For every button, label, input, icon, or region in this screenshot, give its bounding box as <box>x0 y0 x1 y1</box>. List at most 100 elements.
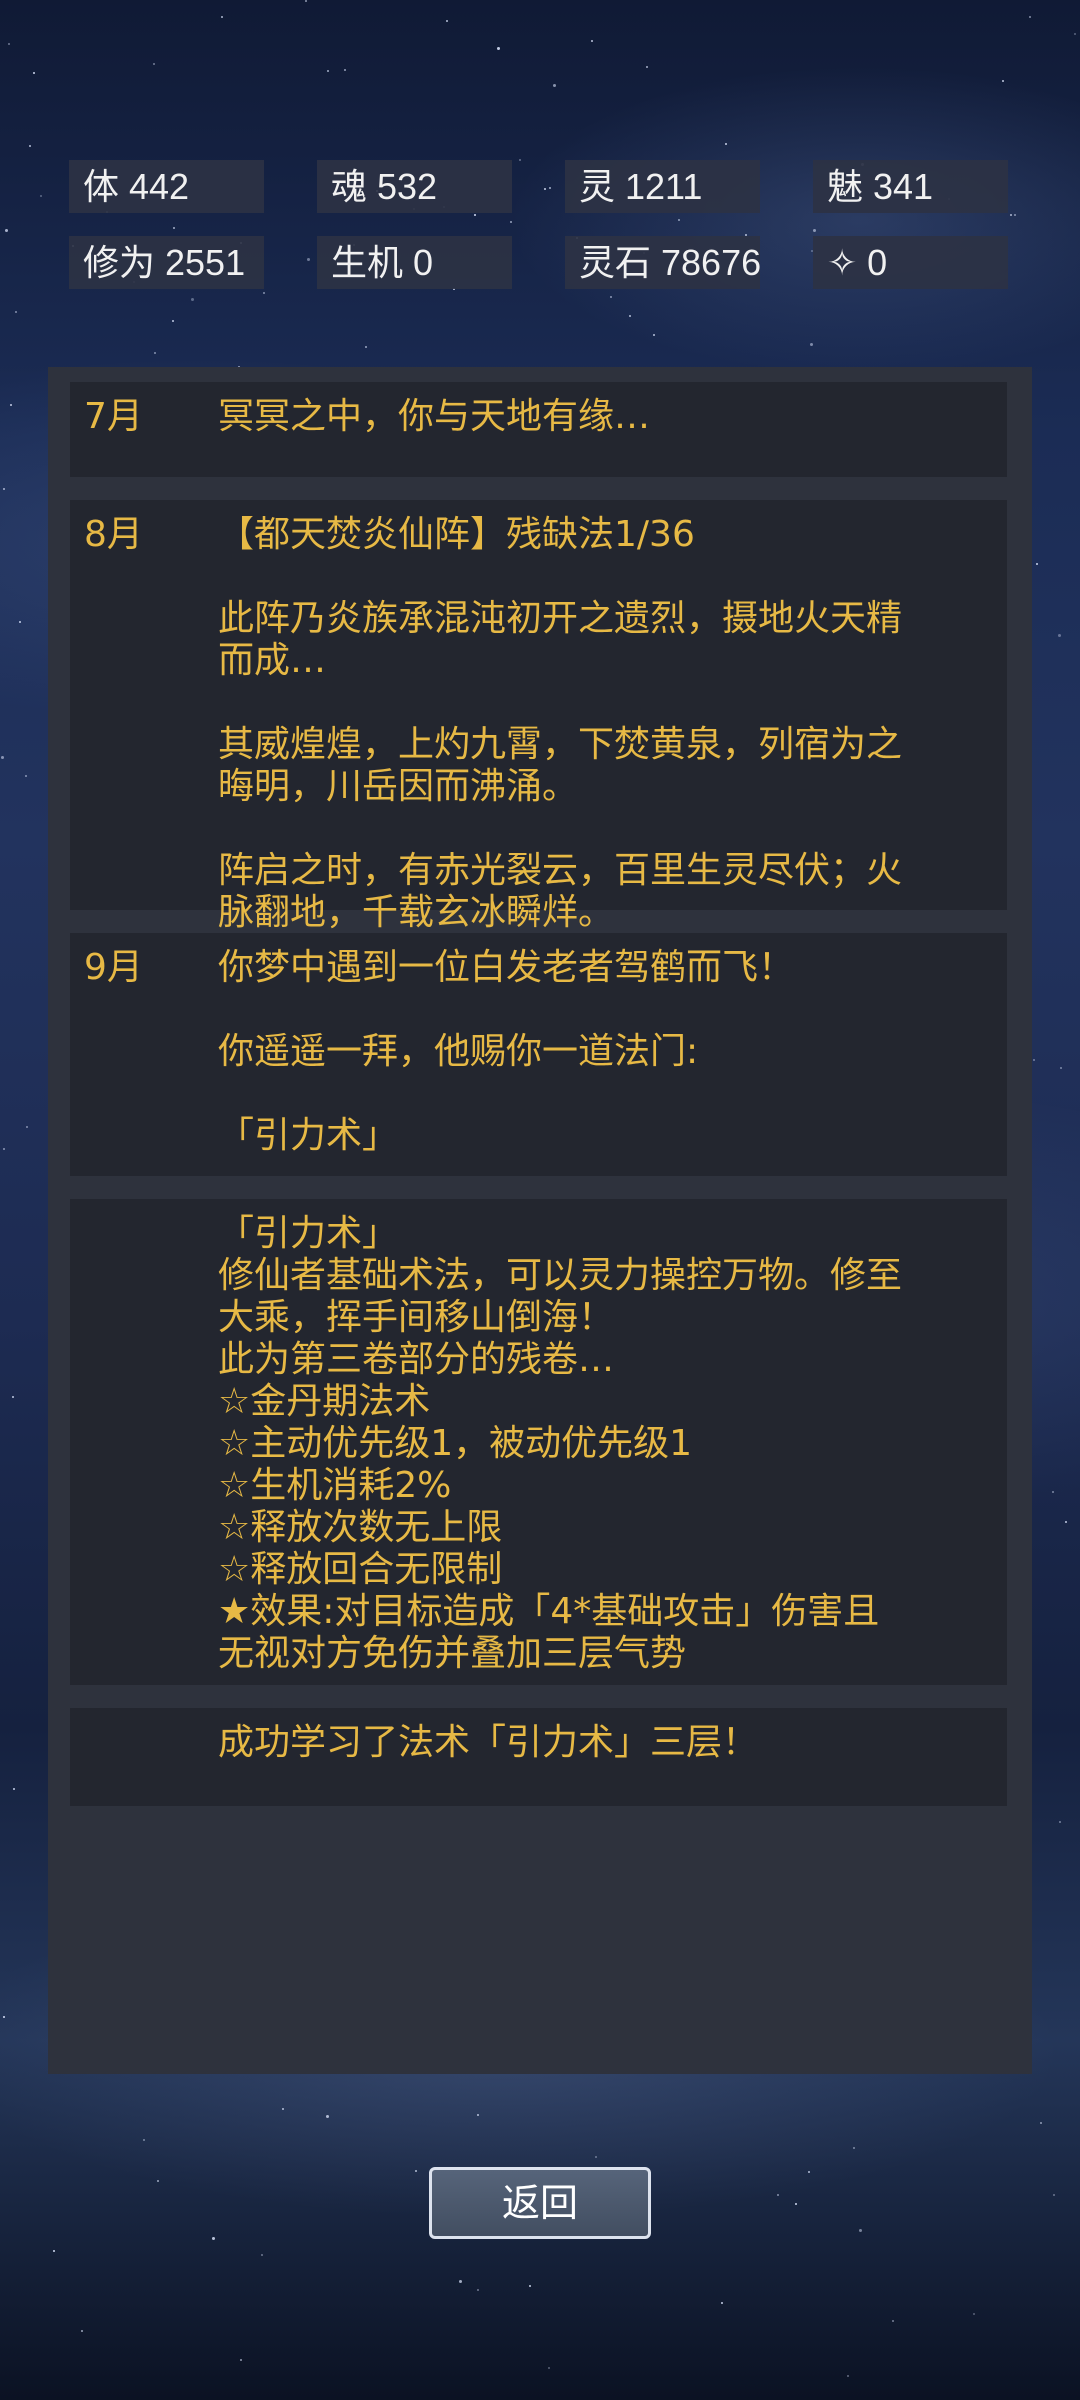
event-log-panel[interactable]: 7月 冥冥之中，你与天地有缘… 8月 【都天焚炎仙阵】残缺法1/36 此阵乃炎族承… <box>48 367 1032 2074</box>
star-dot <box>3 1148 5 1150</box>
log-paragraph: 其威煌煌，上灼九霄，下焚黄泉，列宿为之 晦明，川岳因而沸涌。 <box>218 724 988 808</box>
star-dot <box>172 320 174 322</box>
star-dot <box>8 43 10 45</box>
stat-label: 魅 <box>827 166 864 207</box>
stat-label: 魂 <box>331 166 368 207</box>
star-dot <box>143 2139 145 2141</box>
log-paragraph: 冥冥之中，你与天地有缘… <box>218 396 988 438</box>
stat-value: 532 <box>377 166 438 207</box>
stat-soul: 魂 532 <box>317 160 512 213</box>
return-button[interactable]: 返回 <box>429 2167 651 2239</box>
star-dot <box>1058 634 1061 637</box>
star-dot <box>344 69 346 71</box>
star-dot <box>446 20 448 22</box>
star-dot <box>1029 16 1031 18</box>
star-dot <box>813 229 816 232</box>
star-dot <box>154 352 156 354</box>
star-dot <box>1053 2194 1055 2196</box>
log-month: 9月 <box>84 947 143 988</box>
star-dot <box>1040 2122 1042 2124</box>
log-line: 「引力术」 <box>218 1115 399 1156</box>
star-dot <box>10 404 12 406</box>
star-dot <box>629 315 631 317</box>
star-dot <box>595 2156 597 2158</box>
log-line: ☆释放回合无限制 <box>218 1549 503 1590</box>
stat-label: 灵 <box>579 166 616 207</box>
star-dot <box>29 145 31 147</box>
star-dot <box>795 2203 797 2205</box>
star-dot <box>859 2229 862 2232</box>
stat-label: 修为 <box>83 242 156 283</box>
star-dot <box>212 2237 215 2240</box>
log-paragraph: 此阵乃炎族承混沌初开之遗烈，摄地火天精 而成… <box>218 598 988 682</box>
star-dot <box>327 70 329 72</box>
star-dot <box>5 229 8 232</box>
star-dot <box>261 2254 263 2256</box>
star-dot <box>477 2289 479 2291</box>
log-paragraph: 「引力术」 修仙者基础术法，可以灵力操控万物。修至 大乘，挥手间移山倒海！ 此为第三卷… <box>218 1213 988 1675</box>
log-line: 此阵乃炎族承混沌初开之遗烈，摄地火天精 <box>218 598 903 639</box>
log-line: 此为第三卷部分的残卷… <box>218 1339 615 1380</box>
log-line: 冥冥之中，你与天地有缘… <box>218 396 651 437</box>
log-entry: 成功学习了法术「引力术」三层！ <box>70 1708 1007 1806</box>
star-dot <box>33 72 35 74</box>
log-entry: 「引力术」 修仙者基础术法，可以灵力操控万物。修至 大乘，挥手间移山倒海！ 此为第三卷… <box>70 1199 1007 1685</box>
star-dot <box>173 227 175 229</box>
star-dot <box>19 621 21 623</box>
star-dot <box>549 187 551 189</box>
star-dot <box>415 2170 417 2172</box>
sparkle-icon: ✧ <box>827 242 858 283</box>
log-line: 而成… <box>218 640 327 681</box>
star-dot <box>973 2313 975 2315</box>
star-dot <box>13 1788 15 1790</box>
log-line: 脉翻地，千载玄冰瞬烊。 <box>218 892 615 933</box>
stat-value: 0 <box>413 242 434 283</box>
stat-value: 2551 <box>165 242 246 283</box>
star-dot <box>153 63 155 65</box>
log-text: 「引力术」 修仙者基础术法，可以灵力操控万物。修至 大乘，挥手间移山倒海！ 此为第三卷… <box>218 1213 988 1675</box>
stat-cultivation: 修为 2551 <box>69 236 264 289</box>
stat-charm: 魅 341 <box>813 160 1008 213</box>
star-dot <box>1010 214 1012 216</box>
star-dot <box>810 343 813 346</box>
stat-value: 442 <box>129 166 190 207</box>
stat-sparkle: ✧ 0 <box>813 236 1008 289</box>
star-dot <box>40 195 42 197</box>
star-dot <box>15 311 17 313</box>
star-dot <box>510 221 512 223</box>
log-text: 冥冥之中，你与天地有缘… <box>218 396 988 438</box>
star-dot <box>1 756 4 759</box>
star-dot <box>544 188 546 190</box>
log-line: 晦明，川岳因而沸涌。 <box>218 766 579 807</box>
log-line: 修仙者基础术法，可以灵力操控万物。修至 <box>218 1255 903 1296</box>
log-month: 8月 <box>84 514 143 555</box>
log-line: 阵启之时，有赤光裂云，百里生灵尽伏；火 <box>218 850 903 891</box>
log-paragraph: 【都天焚炎仙阵】残缺法1/36 <box>218 514 988 556</box>
star-dot <box>12 1396 14 1398</box>
star-dot <box>548 2367 550 2369</box>
star-dot <box>721 2302 723 2304</box>
star-dot <box>240 2359 242 2361</box>
log-paragraph: 你遥遥一拜，他赐你一道法门: <box>218 1031 988 1073</box>
star-dot <box>847 2375 849 2377</box>
stat-spirit: 灵 1211 <box>565 160 760 213</box>
log-line: 无视对方免伤并叠加三层气势 <box>218 1633 687 1674</box>
star-dot <box>1014 214 1016 216</box>
star-dot <box>474 214 476 216</box>
star-dot <box>892 2320 894 2322</box>
star-dot <box>263 292 265 294</box>
star-dot <box>808 2171 810 2173</box>
star-dot <box>591 40 593 42</box>
log-line: 你梦中遇到一位白发老者驾鹤而飞！ <box>218 947 795 988</box>
stat-label: 灵石 <box>579 242 652 283</box>
log-paragraph: 阵启之时，有赤光裂云，百里生灵尽伏；火 脉翻地，千载玄冰瞬烊。 <box>218 850 988 934</box>
star-dot <box>553 84 556 87</box>
star-dot <box>853 2147 855 2149</box>
stat-value: 341 <box>873 166 934 207</box>
star-dot <box>282 2108 284 2110</box>
log-line: 【都天焚炎仙阵】残缺法1/36 <box>218 514 695 555</box>
star-dot <box>1059 1821 1061 1823</box>
stat-spirit-stones: 灵石 78676 <box>565 236 761 289</box>
star-dot <box>365 346 367 348</box>
star-dot <box>459 2280 462 2283</box>
